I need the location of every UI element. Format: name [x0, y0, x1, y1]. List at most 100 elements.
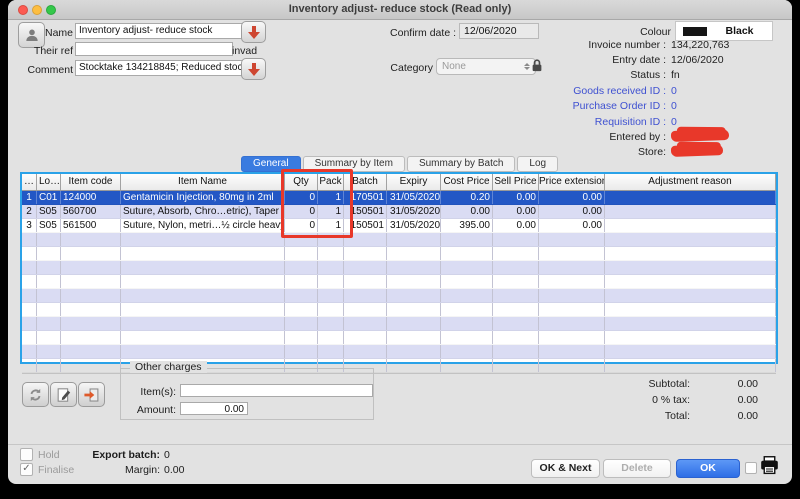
export-batch-row: Export batch: 0 [60, 447, 184, 462]
table-cell: 0.00 [539, 219, 605, 232]
column-header[interactable]: Item Name [121, 174, 285, 190]
empty-row [22, 303, 776, 317]
column-header[interactable]: Price extension [539, 174, 605, 190]
column-header[interactable]: Adjustment reason [605, 174, 776, 190]
ok-next-button[interactable]: OK & Next [531, 459, 600, 478]
info-value: fn [671, 69, 680, 81]
info-value: 134,220,763 [671, 39, 729, 51]
total-row: Total:0.00 [560, 408, 758, 424]
colour-swatch [683, 27, 707, 36]
column-header[interactable]: Pack [318, 174, 344, 190]
table-cell: 0 [285, 191, 318, 204]
margin-label: Margin: [60, 464, 160, 476]
delete-button[interactable]: Delete [603, 459, 671, 478]
total-label: Subtotal: [560, 378, 690, 390]
empty-row [22, 331, 776, 345]
table-cell: 0 [285, 205, 318, 218]
table-cell: 0.00 [493, 219, 539, 232]
table-cell: 561500 [61, 219, 121, 232]
table-cell: 0.00 [493, 205, 539, 218]
tab-general[interactable]: General [241, 156, 301, 172]
total-value: 0.00 [690, 378, 758, 390]
table-cell: 31/05/2020 [387, 219, 441, 232]
print-checkbox[interactable] [745, 462, 757, 474]
info-value[interactable]: 0 [671, 100, 677, 112]
info-label: Invoice number : [460, 39, 666, 51]
table-cell: 395.00 [441, 219, 493, 232]
column-header[interactable]: Sell Price [493, 174, 539, 190]
hold-checkbox[interactable] [20, 448, 33, 461]
column-header[interactable]: Expiry [387, 174, 441, 190]
column-header[interactable]: Qty [285, 174, 318, 190]
invad-label: invad [232, 45, 272, 57]
printer-icon[interactable] [759, 455, 780, 476]
tab-summary-by-batch[interactable]: Summary by Batch [407, 156, 515, 172]
items-table: …Lo…Item codeItem NameQtyPackBatchExpiry… [20, 172, 778, 364]
table-row[interactable]: 1C01124000Gentamicin Injection, 80mg in … [22, 191, 776, 205]
confirm-date-label: Confirm date : [356, 27, 456, 39]
window-title: Inventory adjust- reduce stock (Read onl… [8, 0, 792, 19]
name-input[interactable]: Inventory adjust- reduce stock [75, 23, 243, 39]
table-cell: Gentamicin Injection, 80mg in 2ml [121, 191, 285, 204]
edit-note-button[interactable] [50, 382, 77, 407]
items-charge-input[interactable] [180, 384, 373, 397]
empty-row [22, 275, 776, 289]
refresh-icon [27, 387, 44, 403]
table-cell: 31/05/2020 [387, 191, 441, 204]
total-row: 0 % tax:0.00 [560, 392, 758, 408]
table-cell: 1 [318, 219, 344, 232]
table-cell [605, 205, 776, 218]
table-cell: 124000 [61, 191, 121, 204]
table-cell: S05 [37, 219, 61, 232]
column-header[interactable]: Item code [61, 174, 121, 190]
category-label: Category [353, 62, 433, 74]
tab-log[interactable]: Log [517, 156, 558, 172]
red-down-arrow-icon [248, 63, 260, 76]
refresh-button[interactable] [22, 382, 49, 407]
info-row: Status :fn [460, 68, 772, 83]
title-bar[interactable]: Inventory adjust- reduce stock (Read onl… [8, 0, 792, 20]
table-cell: 1 [22, 191, 37, 204]
edit-document-icon [56, 387, 72, 403]
empty-row [22, 247, 776, 261]
empty-row [22, 233, 776, 247]
table-cell: 3 [22, 219, 37, 232]
zoom-window-icon[interactable] [46, 5, 56, 15]
amount-input[interactable]: 0.00 [180, 402, 248, 415]
column-header[interactable]: Cost Price [441, 174, 493, 190]
ok-button[interactable]: OK [676, 459, 740, 478]
info-label: Purchase Order ID : [460, 100, 666, 112]
column-header[interactable]: … [22, 174, 37, 190]
info-row: Entered by : [460, 129, 772, 144]
table-cell: 1 [318, 191, 344, 204]
empty-row [22, 289, 776, 303]
table-row[interactable]: 2S05560700Suture, Absorb, Chro…etric), T… [22, 205, 776, 219]
column-header[interactable]: Batch [344, 174, 387, 190]
tab-summary-by-item[interactable]: Summary by Item [303, 156, 405, 172]
close-window-icon[interactable] [18, 5, 28, 15]
their-ref-input[interactable] [75, 42, 233, 56]
finalise-checkbox[interactable]: ✓ [20, 463, 33, 476]
table-row[interactable]: 3S05561500Suture, Nylon, metri…½ circle … [22, 219, 776, 233]
table-cell: 0.20 [441, 191, 493, 204]
totals: Subtotal:0.00 0 % tax:0.00Total:0.00 [560, 376, 758, 424]
export-margin-block: Export batch: 0 Margin: 0.00 [60, 447, 184, 477]
column-header[interactable]: Lo… [37, 174, 61, 190]
export-batch-value: 0 [164, 449, 170, 461]
total-label: 0 % tax: [560, 394, 690, 406]
comment-expand-button[interactable] [241, 58, 266, 80]
minimize-window-icon[interactable] [32, 5, 42, 15]
table-cell: 150501 [344, 219, 387, 232]
their-ref-label: Their ref [23, 45, 73, 57]
table-cell: 560700 [61, 205, 121, 218]
other-charges-title: Other charges [130, 361, 207, 373]
name-history-button[interactable] [241, 21, 266, 43]
comment-input[interactable]: Stocktake 134218845; Reduced stock [75, 60, 243, 76]
import-lines-button[interactable] [78, 382, 105, 407]
table-cell: C01 [37, 191, 61, 204]
export-batch-label: Export batch: [60, 449, 160, 461]
info-value[interactable]: 0 [671, 116, 677, 128]
amount-label: Amount: [126, 404, 176, 416]
info-value[interactable]: 0 [671, 85, 677, 97]
table-cell: 150501 [344, 205, 387, 218]
